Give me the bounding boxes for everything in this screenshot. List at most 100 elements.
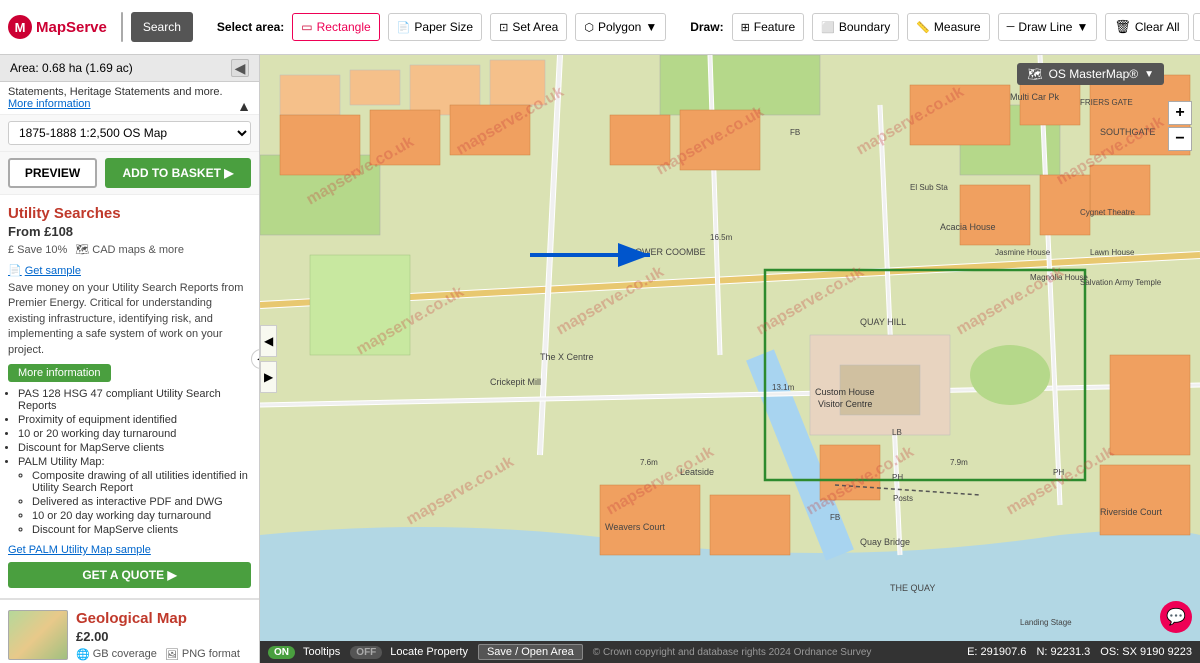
measure-icon: 📏 [916,21,930,34]
meta-sample[interactable]: 📄 Get sample [8,264,81,277]
info-strip-collapse-icon[interactable]: ▲ [237,98,251,114]
svg-text:Riverside Court: Riverside Court [1100,507,1163,517]
statusbar: ON Tooltips OFF Locate Property Save / O… [260,641,1200,663]
map-type-select[interactable]: 1875-1888 1:2,500 OS Map OS MasterMap [8,121,251,145]
svg-text:Lawn House: Lawn House [1090,248,1135,257]
search-button[interactable]: Search [131,12,193,42]
more-info-link[interactable]: More information [8,98,91,110]
utility-searches-price: From £108 [8,224,251,239]
svg-text:13.1m: 13.1m [772,383,795,392]
info-strip-text: Statements, Heritage Statements and more… [8,86,223,98]
sidebar-collapse-button[interactable]: ◀ [231,59,249,77]
locate-property-toggle[interactable]: OFF Locate Property [350,646,468,659]
feature-tool-button[interactable]: ⊞ Feature [732,13,805,41]
zoom-out-button[interactable]: − [1168,127,1192,151]
map-svg: Multi Car Pk SOUTHGATE LOWER COOMBE QUAY… [260,55,1200,663]
svg-text:LB: LB [892,428,902,437]
paper-size-tool-label: Paper Size [414,20,473,34]
feature-item: PAS 128 HSG 47 compliant Utility Search … [18,388,251,412]
topbar: M MapServe Postcode Search Select area: … [0,0,1200,55]
area-bar: Area: 0.68 ha (1.69 ac) ◀ [0,55,259,82]
preview-button[interactable]: PREVIEW [8,158,97,188]
polygon-tool-label: Polygon [598,20,641,34]
chat-bubble-button[interactable]: 💬 [1160,601,1192,633]
set-area-tool-button[interactable]: ⊡ Set Area [490,13,567,41]
save-icon: £ [8,244,14,256]
svg-text:Cygnet Theatre: Cygnet Theatre [1080,208,1136,217]
sample-icon: 📄 [8,264,22,277]
tooltips-on-label: ON [268,646,295,659]
svg-text:Posts: Posts [893,494,913,503]
measure-tool-label: Measure [934,20,981,34]
coord-e: E: 291907.6 [967,646,1026,658]
svg-text:El Sub Sta: El Sub Sta [910,183,948,192]
svg-text:Jasmine House: Jasmine House [995,248,1051,257]
page-arrows: ◀ ▶ [260,325,277,393]
copyright-text: © Crown copyright and database rights 20… [593,647,872,658]
clear-all-button[interactable]: 🗑 Clear All [1105,13,1188,41]
svg-text:Weavers Court: Weavers Court [605,522,665,532]
geological-map-price: £2.00 [76,629,251,644]
save-open-area-button[interactable]: Save / Open Area [478,644,583,660]
svg-text:16.5m: 16.5m [710,233,733,242]
utility-features-list: PAS 128 HSG 47 compliant Utility Search … [8,388,251,536]
svg-text:The X Centre: The X Centre [540,352,594,362]
geo-info: Geological Map £2.00 🌐 GB coverage 🖼 PNG… [76,610,251,663]
map-select-wrap: 1875-1888 1:2,500 OS Map OS MasterMap [0,115,259,152]
svg-text:FRIERS GATE: FRIERS GATE [1080,98,1133,107]
palm-sample-link[interactable]: Get PALM Utility Map sample [8,544,151,556]
add-to-basket-button[interactable]: ADD TO BASKET ▶ [105,158,251,188]
logo[interactable]: M MapServe [8,15,107,39]
draw-line-tool-button[interactable]: ─ Draw Line ▼ [998,13,1098,41]
utility-more-info-button[interactable]: More information [8,364,111,382]
png-icon: 🖼 [165,648,179,661]
polygon-icon: ⬡ [584,21,594,34]
prev-page-button[interactable]: ◀ [260,325,277,357]
svg-text:Salvation Army Temple: Salvation Army Temple [1080,278,1162,287]
utility-searches-meta: £ Save 10% 🗺 CAD maps & more 📄 Get sampl… [8,243,251,277]
layer-icon: 🗺 [1027,67,1042,81]
geo-meta: 🌐 GB coverage 🖼 PNG format 📄 Get sample [76,648,251,663]
info-strip: Statements, Heritage Statements and more… [0,82,259,115]
measure-tool-button[interactable]: 📏 Measure [907,13,989,41]
postcode-type-select[interactable]: Postcode [122,13,123,41]
meta-cad: 🗺 CAD maps & more [75,243,184,256]
feature-item: Proximity of equipment identified [18,414,251,426]
layer-label: OS MasterMap® [1049,67,1139,81]
feature-item: Discount for MapServe clients [18,442,251,454]
trash-icon: 🗑 [1114,19,1131,35]
map-area[interactable]: Multi Car Pk SOUTHGATE LOWER COOMBE QUAY… [260,55,1200,663]
svg-text:Visitor Centre: Visitor Centre [818,399,872,409]
locate-off-label: OFF [350,646,382,659]
utility-searches-card: Utility Searches From £108 £ Save 10% 🗺 … [0,195,259,600]
svg-text:Custom House: Custom House [815,387,875,397]
boundary-icon: ⬜ [821,21,835,34]
meta-gb: 🌐 GB coverage [76,648,157,661]
rectangle-icon: ▭ [301,20,312,34]
boundary-tool-button[interactable]: ⬜ Boundary [812,13,899,41]
boundary-tool-label: Boundary [839,20,890,34]
layer-selector[interactable]: 🗺 OS MasterMap® ▼ [1017,63,1164,85]
cad-icon: 🗺 [75,243,89,256]
main: Area: 0.68 ha (1.69 ac) ◀ Statements, He… [0,55,1200,663]
coord-n: N: 92231.3 [1036,646,1090,658]
clear-all-label: Clear All [1135,20,1180,34]
preview-add-bar: PREVIEW ADD TO BASKET ▶ [0,152,259,195]
geological-map-card: Geological Map £2.00 🌐 GB coverage 🖼 PNG… [0,600,259,663]
globe-icon: 🌐 [76,648,90,661]
svg-text:THE QUAY: THE QUAY [890,583,935,593]
paper-size-tool-button[interactable]: 📄 Paper Size [388,13,482,41]
zoom-in-button[interactable]: + [1168,101,1192,125]
set-area-tool-label: Set Area [512,20,558,34]
tooltips-toggle[interactable]: ON Tooltips [268,646,340,659]
rectangle-tool-button[interactable]: ▭ Rectangle [292,13,379,41]
meta-png: 🖼 PNG format [165,648,240,661]
svg-text:QUAY HILL: QUAY HILL [860,317,906,327]
polygon-tool-button[interactable]: ⬡ Polygon ▼ [575,13,666,41]
feature-item: 10 or 20 day working day turnaround [32,510,251,522]
get-quote-button[interactable]: GET A QUOTE ▶ [8,562,251,588]
undo-button[interactable]: ↩ Undo [1193,13,1200,41]
next-page-button[interactable]: ▶ [260,361,277,393]
draw-line-tool-label: Draw Line [1018,20,1072,34]
set-area-icon: ⊡ [499,21,508,34]
